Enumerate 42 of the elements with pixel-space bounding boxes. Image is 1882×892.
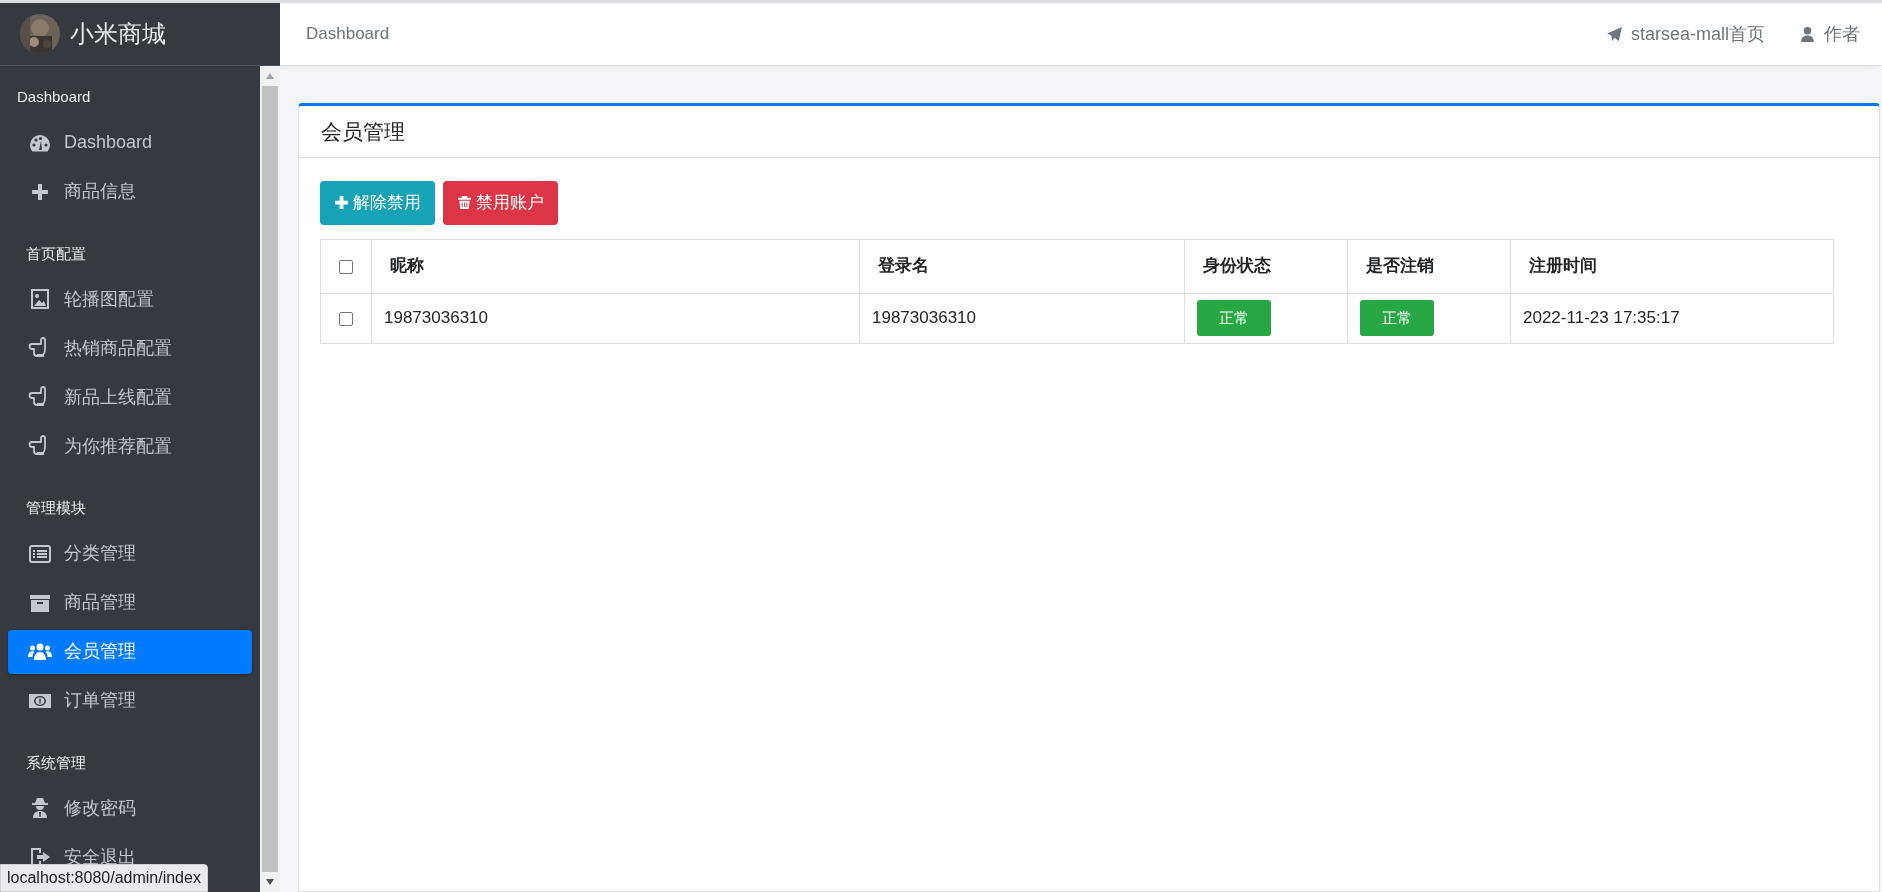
sidebar-item[interactable]: 轮播图配置	[8, 277, 252, 321]
scroll-down-arrow-icon[interactable]	[265, 878, 275, 886]
column-header: 身份状态	[1203, 256, 1271, 276]
list-icon	[28, 542, 52, 565]
table-cell: 19873036310	[872, 308, 976, 328]
column-header: 登录名	[878, 256, 929, 276]
checkbox[interactable]	[339, 259, 353, 274]
sidebar-item[interactable]: 分类管理	[8, 531, 252, 576]
column-header: 是否注销	[1366, 256, 1434, 276]
section-heading: 首页配置	[25, 243, 87, 264]
plus-icon	[334, 195, 349, 211]
sidebar-item[interactable]: 订单管理	[8, 678, 252, 723]
status-badge: 正常	[1360, 299, 1434, 337]
table-cell: 2022-11-23 17:35:17	[1523, 308, 1680, 328]
sidebar-item[interactable]: 商品管理	[8, 580, 252, 625]
checkbox[interactable]	[339, 311, 353, 326]
brand-title: 小米商城	[70, 19, 166, 49]
sidebar-item[interactable]: 为你推荐配置	[8, 424, 252, 468]
sidebar-item[interactable]: 商品信息	[8, 169, 252, 214]
sidebar-item[interactable]: 热销商品配置	[8, 326, 252, 370]
status-url-tooltip: localhost:8080/admin/index	[0, 864, 208, 892]
sidebar-item[interactable]: Dashboard	[8, 120, 252, 165]
section-heading: 管理模块	[25, 498, 87, 518]
sidebar-item[interactable]: 会员管理	[8, 629, 252, 674]
trash-icon	[457, 195, 472, 211]
sidebar-item[interactable]: 新品上线配置	[8, 375, 252, 419]
card-title: 会员管理	[321, 119, 406, 145]
paper-plane-icon	[1605, 25, 1623, 43]
sidebar-item[interactable]: 修改密码	[8, 786, 252, 830]
disable-account-button[interactable]: 禁用账户	[443, 181, 558, 225]
column-header: 昵称	[390, 256, 424, 276]
user-icon	[1799, 25, 1816, 43]
nav-link[interactable]: 作者	[1799, 20, 1860, 48]
breadcrumb-link[interactable]: Dashboard	[306, 21, 390, 47]
table-cell: 19873036310	[384, 308, 488, 328]
section-heading: 系统管理	[25, 752, 87, 773]
scrollbar[interactable]	[260, 66, 280, 892]
image-icon	[28, 288, 52, 310]
nav-link[interactable]: starsea-mall首页	[1605, 20, 1765, 48]
column-header: 注册时间	[1529, 256, 1597, 276]
section-heading: Dashboard	[16, 87, 92, 107]
status-badge: 正常	[1197, 299, 1271, 337]
